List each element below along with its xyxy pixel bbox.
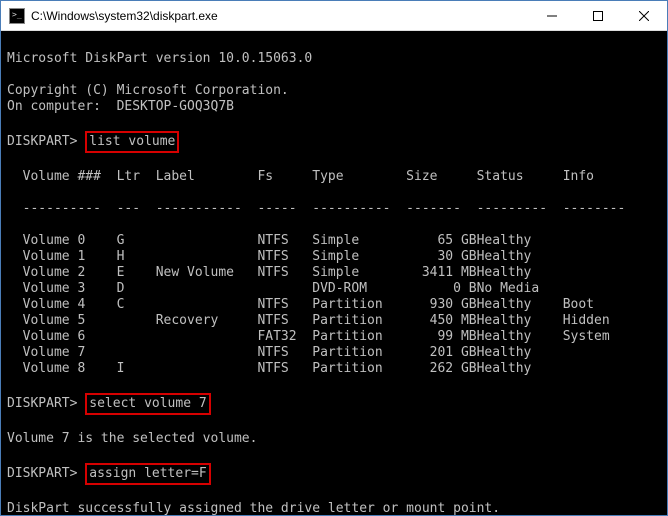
close-icon: [639, 11, 649, 21]
titlebar[interactable]: C:\Windows\system32\diskpart.exe: [1, 1, 667, 31]
minimize-icon: [547, 11, 557, 21]
version-line: Microsoft DiskPart version 10.0.15063.0: [7, 51, 312, 66]
assign-message: DiskPart successfully assigned the drive…: [7, 501, 500, 515]
copyright-line: Copyright (C) Microsoft Corporation.: [7, 83, 289, 98]
diskpart-window: C:\Windows\system32\diskpart.exe Microso…: [0, 0, 668, 516]
table-header-row: Volume ### Ltr Label Fs Type Size Status…: [7, 169, 661, 185]
terminal-output[interactable]: Microsoft DiskPart version 10.0.15063.0 …: [1, 31, 667, 515]
prompt-3: DISKPART>: [7, 466, 77, 481]
maximize-button[interactable]: [575, 1, 621, 30]
maximize-icon: [593, 11, 603, 21]
window-controls: [529, 1, 667, 30]
command-2-highlighted: select volume 7: [85, 393, 210, 415]
computer-line: On computer: DESKTOP-GOQ3Q7B: [7, 99, 234, 114]
select-message: Volume 7 is the selected volume.: [7, 431, 257, 446]
close-button[interactable]: [621, 1, 667, 30]
prompt-1: DISKPART>: [7, 134, 77, 149]
command-3-highlighted: assign letter=F: [85, 463, 210, 485]
window-title: C:\Windows\system32\diskpart.exe: [31, 9, 529, 23]
table-body: Volume 0 G NTFS Simple 65 GBHealthy Volu…: [7, 233, 661, 377]
prompt-2: DISKPART>: [7, 396, 77, 411]
minimize-button[interactable]: [529, 1, 575, 30]
command-1-highlighted: list volume: [85, 131, 179, 153]
table-divider-row: ---------- --- ----------- ----- -------…: [7, 201, 661, 217]
app-icon: [9, 8, 25, 24]
